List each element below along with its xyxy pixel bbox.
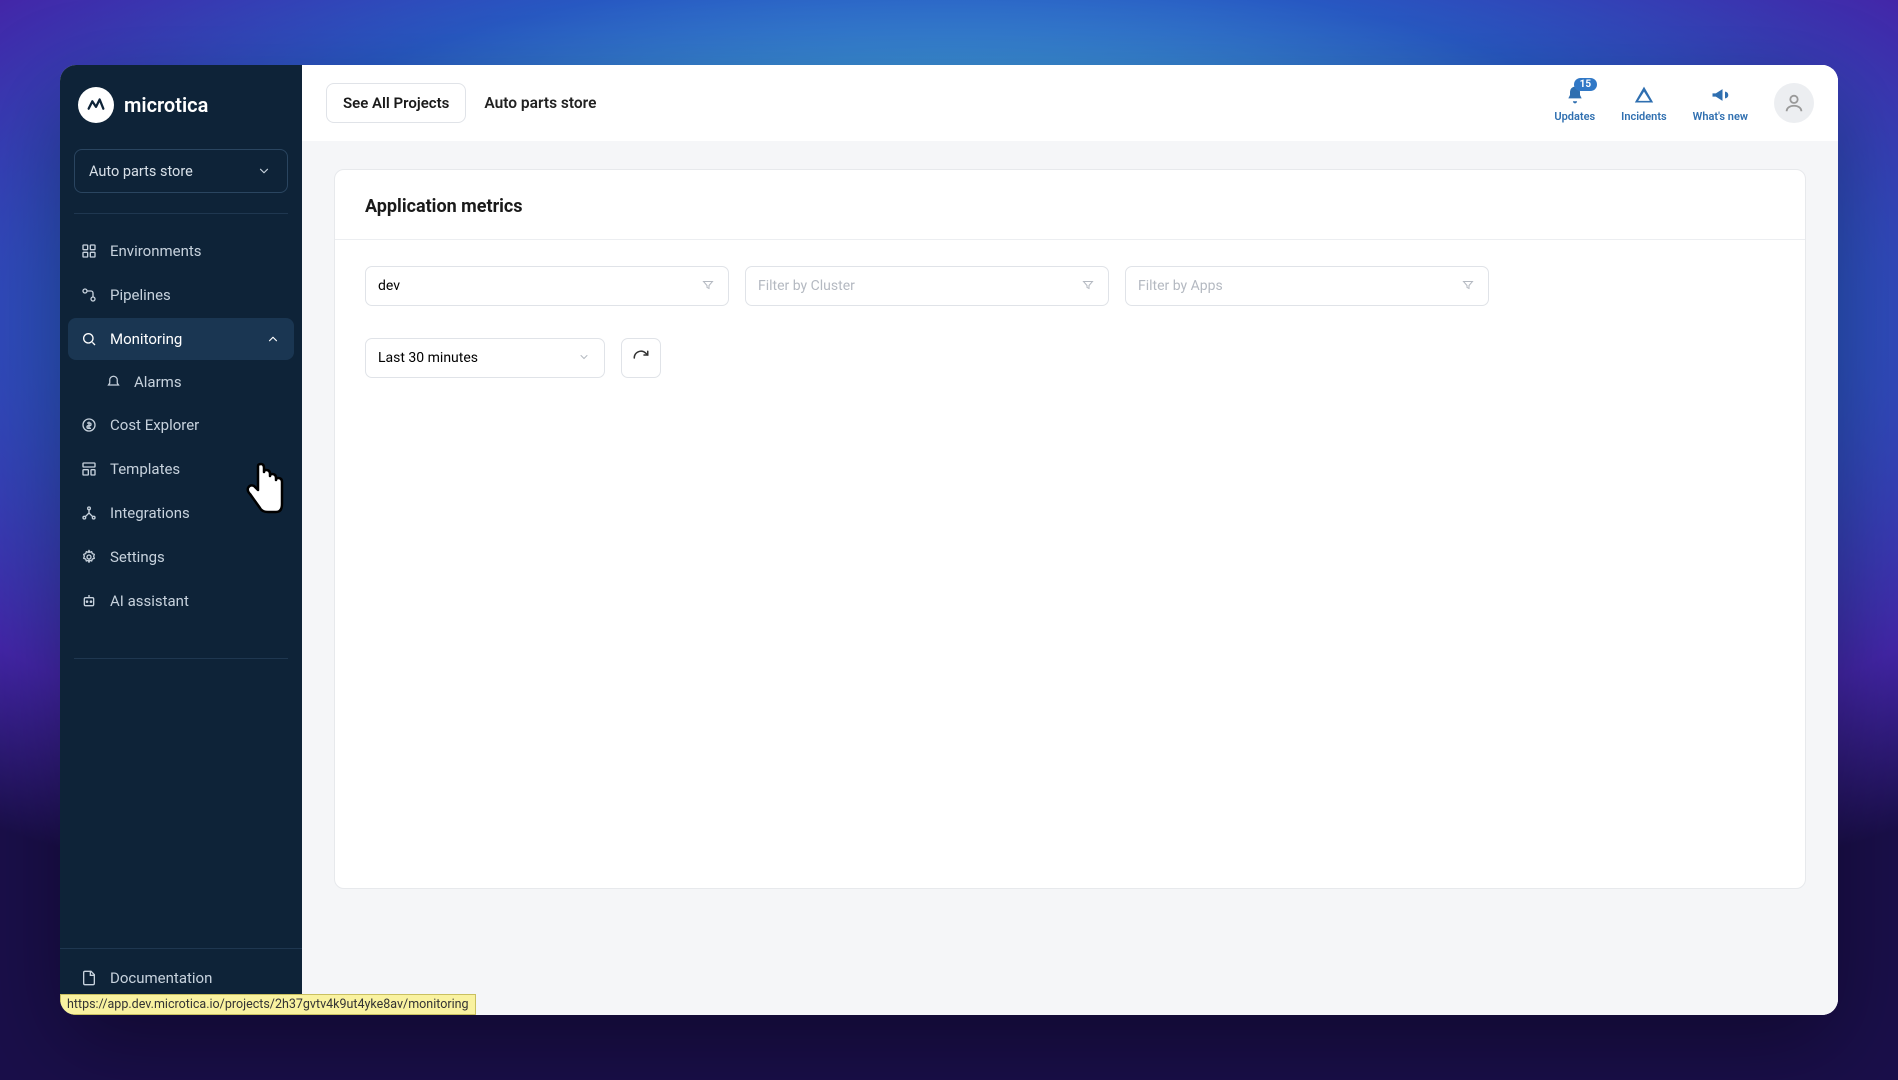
- topbar-incidents[interactable]: Incidents: [1621, 84, 1667, 123]
- document-icon: [80, 969, 98, 987]
- filter-cluster[interactable]: Filter by Cluster: [745, 266, 1109, 306]
- topbar-action-label: What's new: [1693, 110, 1748, 123]
- metrics-card: Application metrics dev Filter by Cluste…: [334, 169, 1806, 889]
- chevron-down-icon: [578, 351, 592, 365]
- gear-icon: [80, 548, 98, 566]
- filter-time-range[interactable]: Last 30 minutes: [365, 338, 605, 378]
- integrations-icon: [80, 504, 98, 522]
- current-project-name: Auto parts store: [484, 94, 596, 112]
- status-link-tooltip: https://app.dev.microtica.io/projects/2h…: [60, 994, 476, 1015]
- filter-placeholder: Filter by Cluster: [758, 278, 855, 294]
- sidebar-item-cost-explorer[interactable]: Cost Explorer: [68, 404, 294, 446]
- sidebar-item-label: Alarms: [134, 373, 182, 391]
- sidebar-item-label: Monitoring: [110, 330, 182, 348]
- card-header: Application metrics: [335, 170, 1805, 240]
- sidebar-item-label: Documentation: [110, 969, 212, 987]
- brand-logo[interactable]: microtica: [60, 65, 302, 141]
- brand-name: microtica: [124, 93, 208, 117]
- megaphone-icon: [1709, 84, 1731, 106]
- topbar-whats-new[interactable]: What's new: [1693, 84, 1748, 123]
- sidebar-item-documentation[interactable]: Documentation: [68, 959, 294, 997]
- filter-apps[interactable]: Filter by Apps: [1125, 266, 1489, 306]
- project-selector-value: Auto parts store: [89, 163, 193, 180]
- sidebar-item-environments[interactable]: Environments: [68, 230, 294, 272]
- sidebar-item-ai-assistant[interactable]: AI assistant: [68, 580, 294, 622]
- filter-icon: [702, 279, 716, 293]
- dollar-icon: [80, 416, 98, 434]
- sidebar-item-templates[interactable]: Templates: [68, 448, 294, 490]
- sidebar-item-label: Integrations: [110, 504, 190, 522]
- main-area: See All Projects Auto parts store 15 Upd…: [302, 65, 1838, 1015]
- sidebar-item-label: Environments: [110, 242, 202, 260]
- alarm-icon: [104, 373, 122, 391]
- filter-icon: [1082, 279, 1096, 293]
- warning-icon: [1633, 84, 1655, 106]
- sidebar-item-label: Pipelines: [110, 286, 171, 304]
- logo-icon: [78, 87, 114, 123]
- topbar: See All Projects Auto parts store 15 Upd…: [302, 65, 1838, 141]
- refresh-icon: [632, 349, 650, 367]
- sidebar-item-monitoring[interactable]: Monitoring: [68, 318, 294, 360]
- topbar-action-label: Updates: [1554, 110, 1595, 123]
- sidebar-item-label: AI assistant: [110, 592, 189, 610]
- see-all-projects-button[interactable]: See All Projects: [326, 83, 466, 123]
- topbar-actions: 15 Updates Incidents What's new: [1554, 83, 1814, 123]
- sidebar-item-label: Templates: [110, 460, 180, 478]
- topbar-action-label: Incidents: [1621, 110, 1667, 123]
- sidebar-item-settings[interactable]: Settings: [68, 536, 294, 578]
- sidebar-subitem-alarms[interactable]: Alarms: [68, 362, 294, 402]
- pipeline-icon: [80, 286, 98, 304]
- chevron-down-icon: [255, 162, 273, 180]
- filter-placeholder: Filter by Apps: [1138, 278, 1223, 294]
- sidebar-item-integrations[interactable]: Integrations: [68, 492, 294, 534]
- card-title: Application metrics: [365, 196, 1775, 217]
- updates-badge: 15: [1574, 78, 1597, 91]
- sidebar-item-label: Cost Explorer: [110, 416, 199, 434]
- chevron-up-icon: [264, 330, 282, 348]
- sidebar-item-pipelines[interactable]: Pipelines: [68, 274, 294, 316]
- card-filters: dev Filter by Cluster Filter by Apps: [335, 240, 1805, 388]
- content-area: Application metrics dev Filter by Cluste…: [302, 141, 1838, 1015]
- layers-icon: [80, 242, 98, 260]
- filter-environment[interactable]: dev: [365, 266, 729, 306]
- filter-value: Last 30 minutes: [378, 350, 478, 366]
- sidebar-nav: Environments Pipelines Monitoring: [60, 224, 302, 628]
- sidebar-item-label: Settings: [110, 548, 165, 566]
- refresh-button[interactable]: [621, 338, 661, 378]
- filter-value: dev: [378, 278, 400, 294]
- sidebar-divider: [74, 658, 288, 659]
- sidebar: microtica Auto parts store Environments …: [60, 65, 302, 1015]
- robot-icon: [80, 592, 98, 610]
- project-selector[interactable]: Auto parts store: [74, 149, 288, 193]
- user-avatar[interactable]: [1774, 83, 1814, 123]
- templates-icon: [80, 460, 98, 478]
- app-window: microtica Auto parts store Environments …: [60, 65, 1838, 1015]
- sidebar-divider: [74, 213, 288, 214]
- topbar-updates[interactable]: 15 Updates: [1554, 84, 1595, 123]
- filter-icon: [1462, 279, 1476, 293]
- monitoring-icon: [80, 330, 98, 348]
